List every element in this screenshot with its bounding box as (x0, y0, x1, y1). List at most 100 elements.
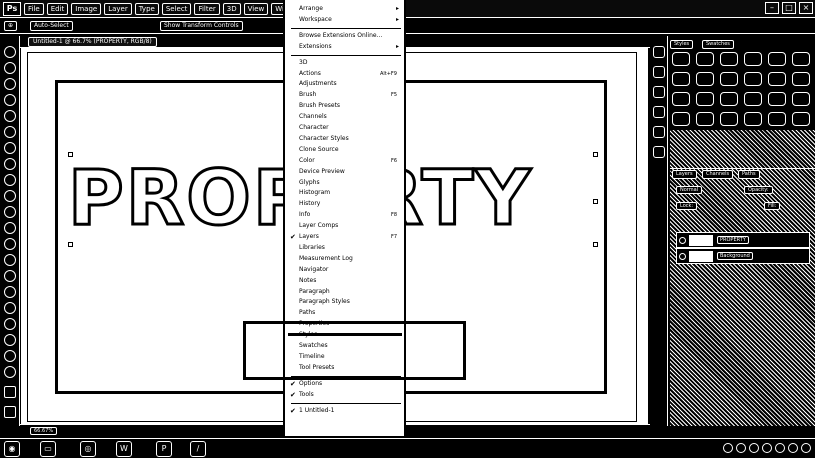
menu-3d[interactable]: 3D (222, 2, 241, 15)
info-panel-icon[interactable] (653, 106, 665, 118)
document-tab[interactable]: Untitled-1 @ 66.7% (PROPERTY, RGB/8) (28, 37, 157, 47)
style-swatch[interactable] (744, 92, 762, 106)
marquee-tool-icon[interactable] (4, 62, 16, 74)
blur-tool-icon[interactable] (4, 238, 16, 250)
style-swatch[interactable] (768, 112, 786, 126)
history-brush-tool-icon[interactable] (4, 190, 16, 202)
menu-item-color[interactable]: Color F6 (287, 156, 403, 166)
style-swatch[interactable] (672, 72, 690, 86)
pen-app-icon[interactable]: / (190, 441, 206, 457)
eye-icon[interactable] (679, 253, 686, 260)
style-swatch[interactable] (696, 52, 714, 66)
menu-select[interactable]: Select (161, 2, 192, 15)
menu-item-navigator[interactable]: Navigator (287, 265, 403, 275)
start-button-icon[interactable]: ◉ (4, 441, 20, 457)
hand-tool-icon[interactable] (4, 334, 16, 346)
menu-item-info[interactable]: Info F8 (287, 210, 403, 220)
menu-item-workspace[interactable]: Workspace ▸ (287, 15, 403, 25)
photoshop-taskbar-icon[interactable]: P (156, 441, 172, 457)
tab-styles[interactable]: Styles (670, 40, 694, 49)
style-swatch[interactable] (720, 72, 738, 86)
menu-item-channels[interactable]: Channels (287, 112, 403, 122)
browser-icon[interactable]: ◎ (80, 441, 96, 457)
quick-mask-icon[interactable] (4, 406, 16, 418)
menu-item-paragraph[interactable]: Paragraph (287, 287, 403, 297)
adjustments-panel-icon[interactable] (653, 86, 665, 98)
shape-tool-icon[interactable] (4, 318, 16, 330)
layer-row-background[interactable]: Background (676, 248, 810, 264)
transform-handle[interactable] (68, 152, 73, 157)
style-swatch[interactable] (720, 92, 738, 106)
eyedropper-tool-icon[interactable] (4, 126, 16, 138)
menu-item-libraries[interactable]: Libraries (287, 243, 403, 253)
menu-item-measurement-log[interactable]: Measurement Log (287, 254, 403, 264)
menu-item-clone-source[interactable]: Clone Source (287, 145, 403, 155)
style-swatch[interactable] (696, 112, 714, 126)
style-swatch[interactable] (672, 52, 690, 66)
menu-item-layer-comps[interactable]: Layer Comps (287, 221, 403, 231)
transform-handle[interactable] (593, 242, 598, 247)
menu-item-extensions[interactable]: Extensions ▸ (287, 42, 403, 52)
menu-item-glyphs[interactable]: Glyphs (287, 178, 403, 188)
style-swatch[interactable] (744, 52, 762, 66)
transform-handle[interactable] (68, 242, 73, 247)
tab-swatches[interactable]: Swatches (702, 40, 734, 49)
paragraph-panel-icon[interactable] (653, 146, 665, 158)
menu-item-browse-extensions-online[interactable]: Browse Extensions Online... (287, 31, 403, 41)
transform-handle[interactable] (593, 152, 598, 157)
menu-type[interactable]: Type (134, 2, 159, 15)
menu-item-character-styles[interactable]: Character Styles (287, 134, 403, 144)
menu-filter[interactable]: Filter (194, 2, 220, 15)
pen-tool-icon[interactable] (4, 270, 16, 282)
layer-row-property[interactable]: PROPERTY (676, 232, 810, 248)
tab-paths[interactable]: Paths (738, 170, 760, 179)
style-swatch[interactable] (744, 72, 762, 86)
style-swatch[interactable] (792, 92, 810, 106)
style-swatch[interactable] (720, 52, 738, 66)
gradient-tool-icon[interactable] (4, 222, 16, 234)
menu-edit[interactable]: Edit (46, 2, 69, 15)
eraser-tool-icon[interactable] (4, 206, 16, 218)
menu-item-paragraph-styles[interactable]: Paragraph Styles (287, 297, 403, 307)
minimize-icon[interactable]: – (765, 2, 779, 14)
lasso-tool-icon[interactable] (4, 78, 16, 90)
quick-select-tool-icon[interactable] (4, 94, 16, 106)
menu-layer[interactable]: Layer (104, 2, 132, 15)
style-swatch[interactable] (720, 112, 738, 126)
style-swatch[interactable] (744, 112, 762, 126)
type-tool-icon[interactable] (4, 286, 16, 298)
menu-file[interactable]: File (24, 2, 44, 15)
menu-item-history[interactable]: History (287, 199, 403, 209)
menu-item-notes[interactable]: Notes (287, 276, 403, 286)
file-explorer-icon[interactable]: ▭ (40, 441, 56, 457)
style-swatch[interactable] (672, 112, 690, 126)
style-swatch[interactable] (768, 92, 786, 106)
crop-tool-icon[interactable] (4, 110, 16, 122)
show-transform-checkbox[interactable]: Show Transform Controls (160, 21, 243, 31)
menu-item-brush[interactable]: Brush F5 (287, 90, 403, 100)
tray-icon[interactable] (762, 443, 772, 453)
menu-item-character[interactable]: Character (287, 123, 403, 133)
tray-icon[interactable] (736, 443, 746, 453)
tray-icon[interactable] (801, 443, 811, 453)
clone-stamp-tool-icon[interactable] (4, 174, 16, 186)
style-swatch[interactable] (672, 92, 690, 106)
tab-layers[interactable]: Layers (672, 170, 697, 179)
menu-item-1-untitled-1[interactable]: 1 Untitled-1 ✔ (287, 406, 403, 416)
move-tool-icon[interactable] (4, 46, 16, 58)
properties-panel-icon[interactable] (653, 66, 665, 78)
healing-tool-icon[interactable] (4, 142, 16, 154)
menu-item-paths[interactable]: Paths (287, 308, 403, 318)
menu-item-adjustments[interactable]: Adjustments (287, 79, 403, 89)
maximize-icon[interactable]: □ (782, 2, 796, 14)
menu-item-histogram[interactable]: Histogram (287, 188, 403, 198)
menu-item-brush-presets[interactable]: Brush Presets (287, 101, 403, 111)
eye-icon[interactable] (679, 237, 686, 244)
menu-image[interactable]: Image (71, 2, 102, 15)
transform-handle[interactable] (593, 199, 598, 204)
foreground-color-swatch[interactable] (4, 386, 16, 398)
tray-icon[interactable] (788, 443, 798, 453)
menu-view[interactable]: View (243, 2, 269, 15)
edit-toolbar-icon[interactable] (4, 366, 16, 378)
style-swatch[interactable] (792, 52, 810, 66)
